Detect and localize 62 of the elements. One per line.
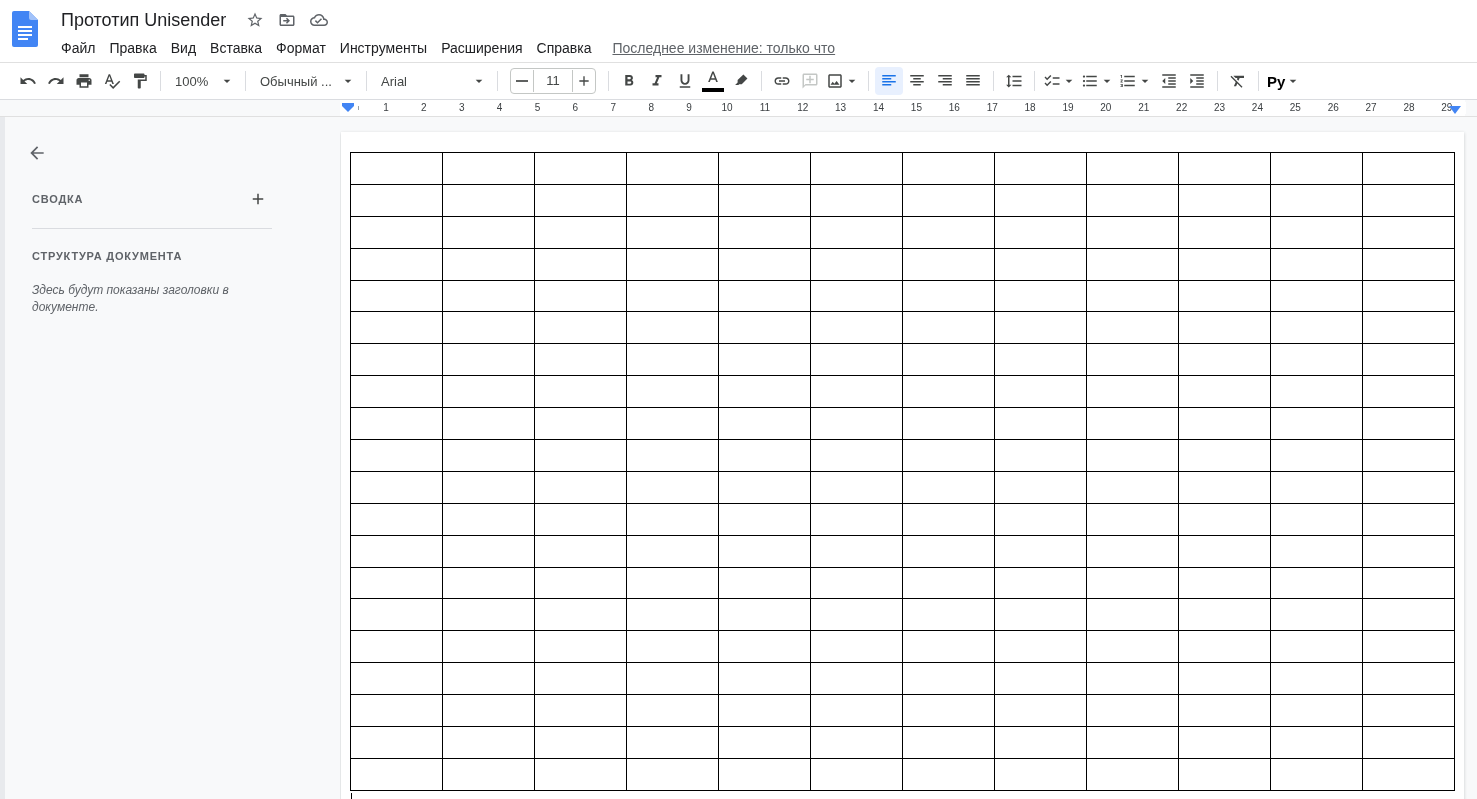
ruler-number: 2 xyxy=(420,102,428,113)
zoom-dropdown[interactable]: 100% xyxy=(167,67,239,95)
style-dropdown[interactable]: Обычный ... xyxy=(252,67,360,95)
menu-item[interactable]: Справка xyxy=(529,38,599,58)
input-tools-button[interactable]: Ру xyxy=(1265,67,1304,95)
printer-icon xyxy=(75,72,93,90)
indent-marker-icon[interactable] xyxy=(342,103,354,112)
ruler-number: 9 xyxy=(685,102,693,113)
outline-heading: СТРУКТУРА ДОКУМЕНТА xyxy=(32,250,183,262)
ruler-number: 7 xyxy=(609,102,618,113)
ruler-number: 27 xyxy=(1364,102,1378,113)
ruler-number: 22 xyxy=(1175,102,1189,113)
paint-roller-icon xyxy=(131,72,149,90)
ruler-number: 23 xyxy=(1212,102,1227,113)
ruler-number: 15 xyxy=(909,102,923,113)
numbered-list-icon xyxy=(1119,72,1137,90)
ruler-number: 3 xyxy=(457,102,466,113)
ruler-number: 21 xyxy=(1137,102,1151,113)
ruler-number: 16 xyxy=(947,102,961,113)
docs-logo-icon[interactable] xyxy=(12,11,38,47)
increase-indent-icon xyxy=(1188,72,1206,90)
ruler-number: 6 xyxy=(571,102,580,113)
ruler-number: 20 xyxy=(1099,102,1113,113)
ruler-number: 8 xyxy=(647,102,655,113)
ruler-number: 13 xyxy=(834,102,848,113)
ruler-number: 19 xyxy=(1061,102,1075,113)
image-icon xyxy=(826,72,844,90)
menu-item[interactable]: Файл xyxy=(54,38,103,58)
ruler-number: 24 xyxy=(1250,102,1264,113)
spellcheck-icon xyxy=(103,72,121,90)
document-title[interactable]: Прототип Unisender xyxy=(61,9,227,31)
ruler-number: 28 xyxy=(1402,102,1416,113)
outline-hint: Здесь будут показаны заголовки в документе. xyxy=(32,282,230,316)
ruler-number: 5 xyxy=(533,102,542,113)
menu-item[interactable]: Вид xyxy=(163,38,204,58)
ruler-number: 17 xyxy=(985,102,999,113)
font-dropdown[interactable]: Arial xyxy=(373,67,491,95)
ruler-number: 10 xyxy=(720,102,734,113)
menu-item[interactable]: Вставка xyxy=(203,38,270,58)
ruler-number: 14 xyxy=(871,102,886,113)
menu-item[interactable]: Формат xyxy=(269,38,333,58)
ruler-number: 26 xyxy=(1326,102,1340,113)
ruler-number: 25 xyxy=(1288,102,1302,113)
menu-item[interactable]: Инструменты xyxy=(332,38,435,58)
cloud-saved-icon xyxy=(310,11,329,29)
decrease-indent-icon xyxy=(1160,72,1178,90)
align-left-button[interactable] xyxy=(875,67,903,95)
menu-item[interactable]: Расширения xyxy=(434,38,530,58)
ruler-number: 18 xyxy=(1023,102,1037,113)
move-to-folder-icon xyxy=(278,11,297,29)
ruler-number: 11 xyxy=(758,102,772,113)
plus-icon xyxy=(576,73,592,89)
line-spacing-icon xyxy=(1005,72,1023,90)
star-icon xyxy=(246,11,265,29)
menu-item[interactable]: Правка xyxy=(102,38,164,58)
ruler-number: 4 xyxy=(495,102,504,113)
ruler-number: 1 xyxy=(382,102,390,113)
minus-icon xyxy=(516,80,528,82)
last-edit-link[interactable]: Последнее изменение: только что xyxy=(612,40,836,56)
summary-heading: СВОДКА xyxy=(32,193,84,205)
add-comment-icon xyxy=(801,72,819,90)
ruler-number: 12 xyxy=(796,102,810,113)
